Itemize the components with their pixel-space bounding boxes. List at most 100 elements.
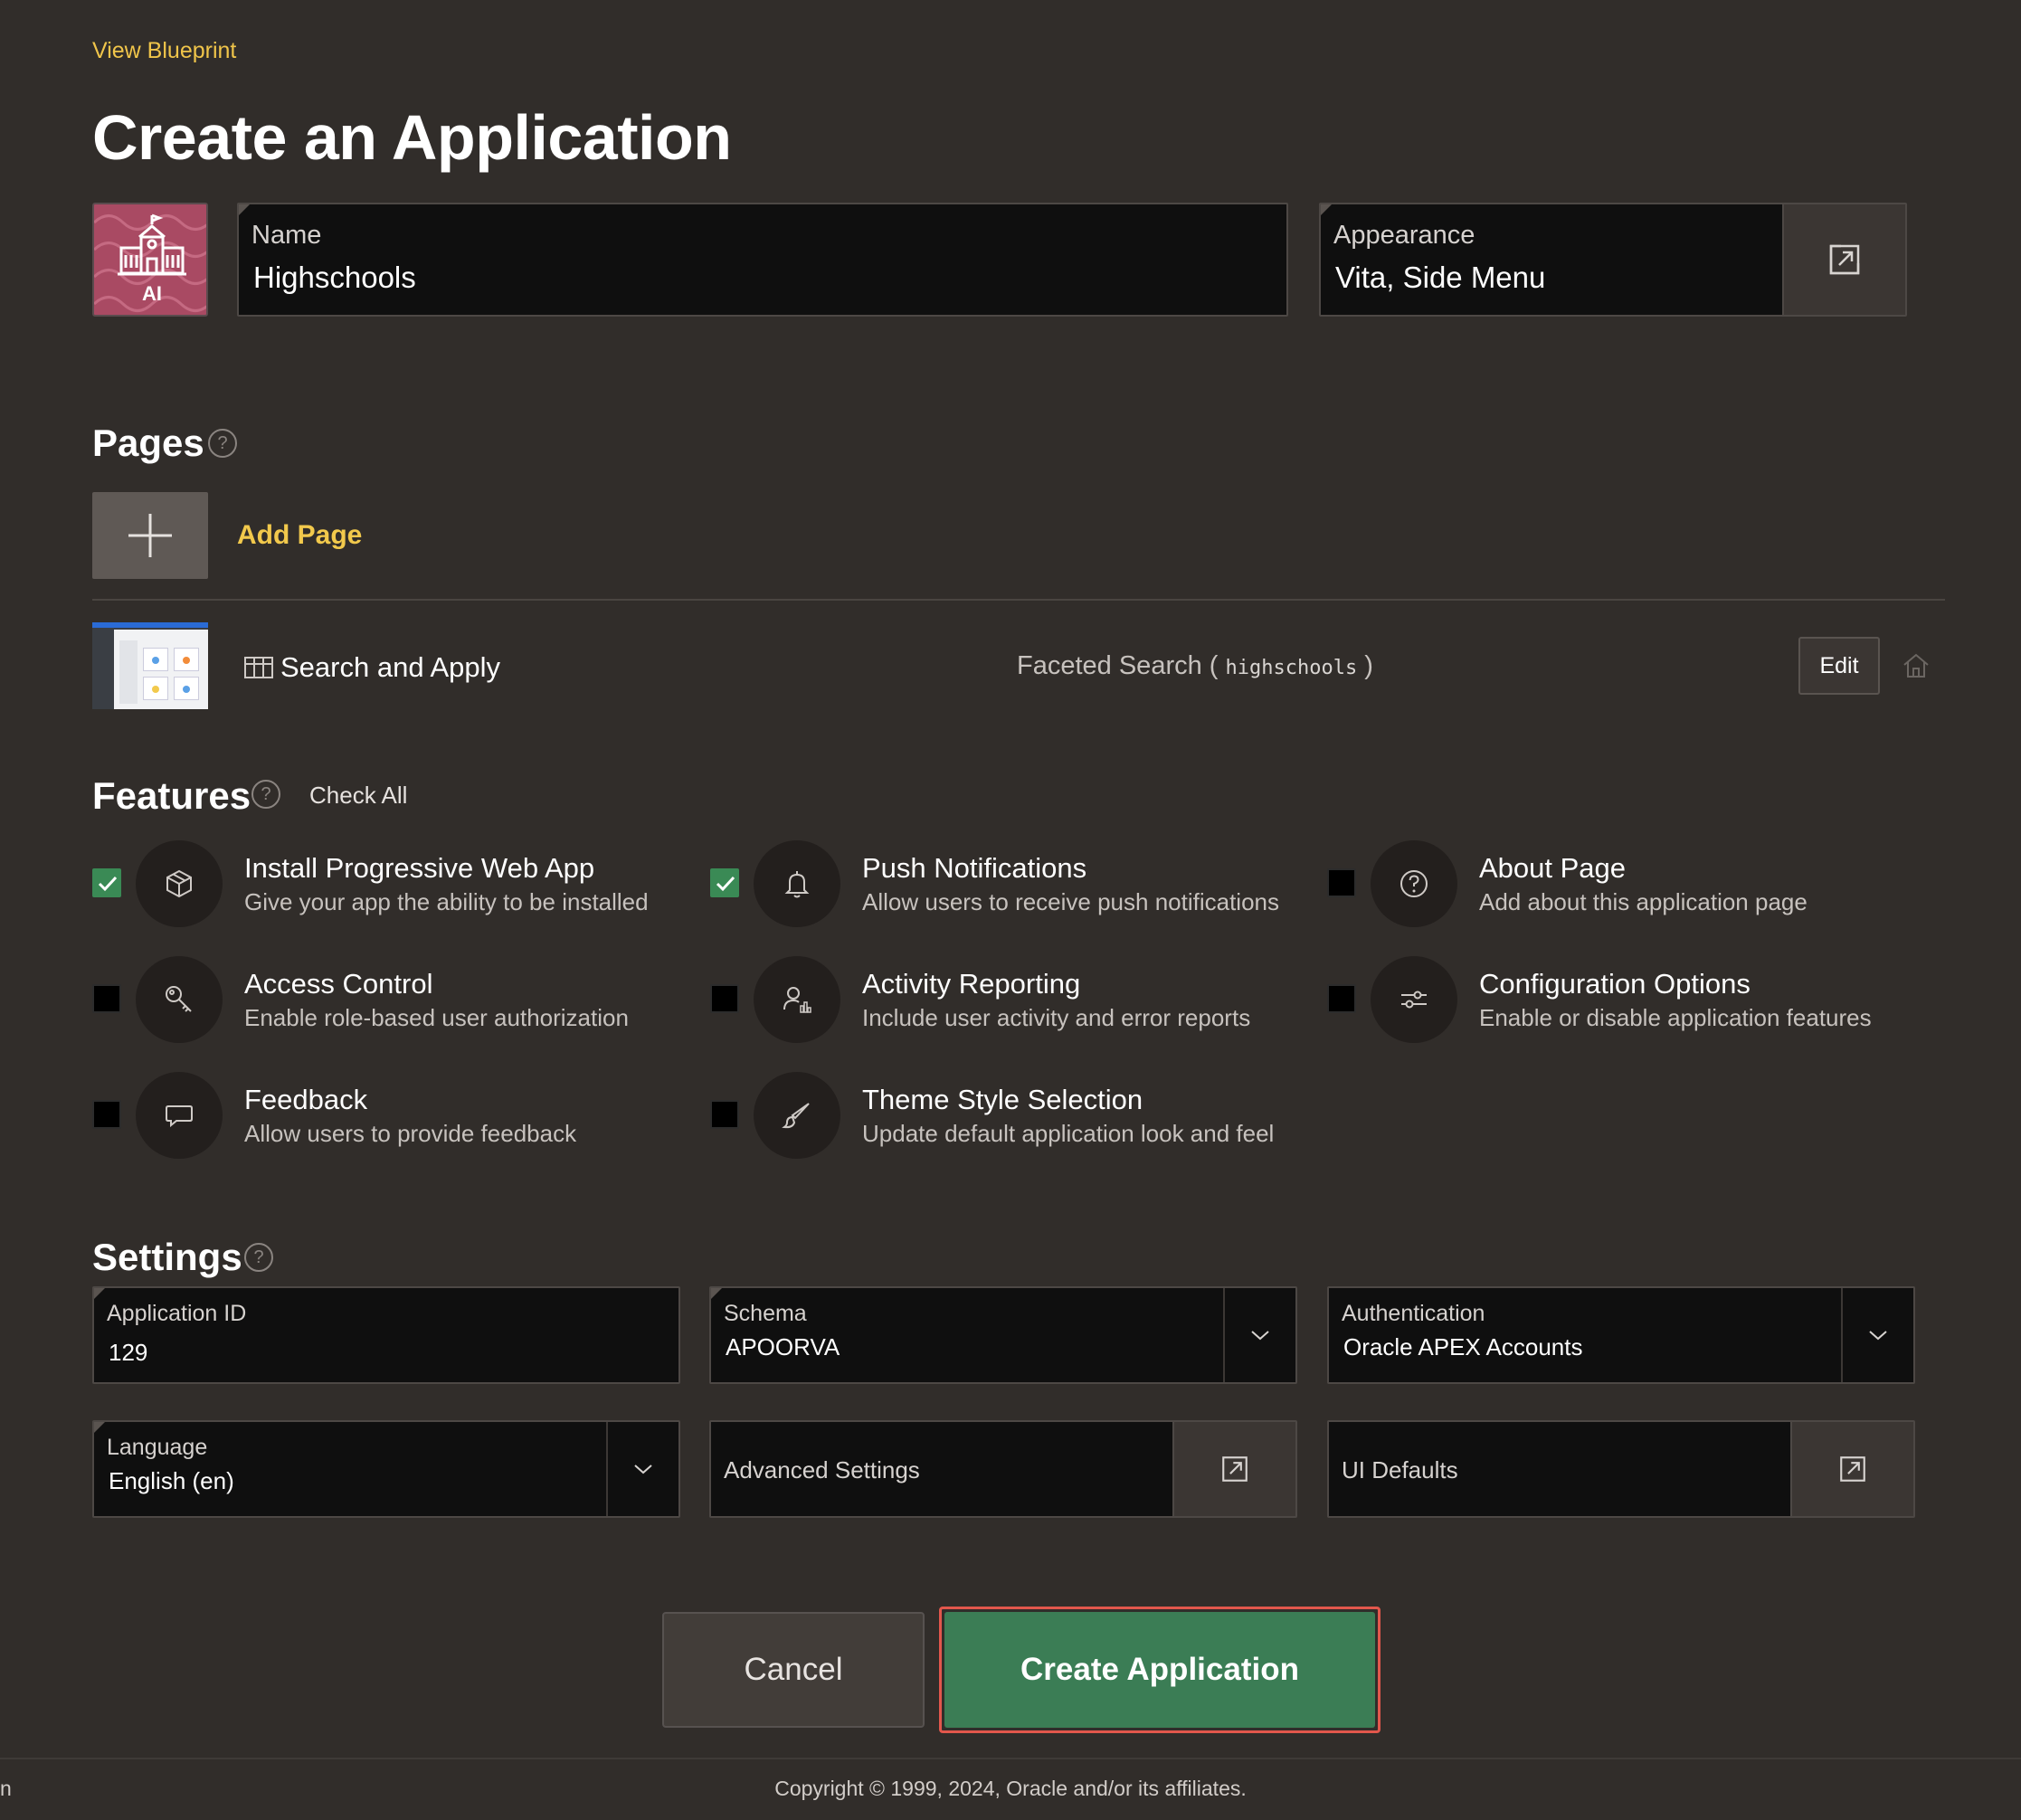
copyright-text: Copyright © 1999, 2024, Oracle and/or it… [774, 1777, 1247, 1800]
feature-description: Allow users to receive push notification… [862, 888, 1280, 915]
open-dialog-icon [1829, 244, 1860, 275]
feature-install-pwa[interactable]: Install Progressive Web App Give your ap… [92, 836, 671, 927]
feature-access-control[interactable]: Access Control Enable role-based user au… [92, 952, 671, 1043]
feature-feedback[interactable]: Feedback Allow users to provide feedback [92, 1067, 671, 1159]
feature-checkbox[interactable] [92, 868, 121, 897]
language-value: English (en) [109, 1467, 234, 1494]
check-all-button[interactable]: Check All [309, 782, 407, 810]
page-type-paren-close: ) [1364, 651, 1373, 680]
language-chevron-down-icon[interactable] [606, 1422, 678, 1516]
home-icon[interactable] [1902, 651, 1931, 680]
features-heading: Features [92, 774, 251, 817]
page-type: Faceted Search ( highschools ) [1017, 651, 1373, 681]
feature-checkbox[interactable] [710, 868, 739, 897]
speech-bubble-icon [136, 1072, 223, 1159]
plus-icon [128, 514, 172, 557]
feature-checkbox[interactable] [92, 1100, 121, 1129]
authentication-select[interactable]: Authentication Oracle APEX Accounts [1327, 1286, 1915, 1384]
footer-divider [0, 1758, 2021, 1759]
bell-icon [754, 840, 840, 927]
grid-table-icon [244, 657, 273, 678]
key-icon [136, 956, 223, 1043]
page-title: Create an Application [92, 102, 732, 173]
advanced-settings-label: Advanced Settings [724, 1456, 920, 1483]
cube-icon [136, 840, 223, 927]
feature-description: Update default application look and feel [862, 1120, 1275, 1147]
feature-description: Add about this application page [1479, 888, 1808, 915]
feature-configuration-options[interactable]: Configuration Options Enable or disable … [1327, 952, 1906, 1043]
settings-help-icon[interactable]: ? [244, 1243, 273, 1272]
feature-description: Allow users to provide feedback [244, 1120, 577, 1147]
ai-badge: AI [142, 282, 162, 305]
appearance-open-button[interactable] [1782, 204, 1905, 315]
language-select[interactable]: Language English (en) [92, 1420, 680, 1518]
page-table-name: highschools [1225, 657, 1358, 679]
authentication-value: Oracle APEX Accounts [1343, 1333, 1583, 1360]
ui-defaults-label: UI Defaults [1342, 1456, 1458, 1483]
feature-push-notifications[interactable]: Push Notifications Allow users to receiv… [710, 836, 1289, 927]
feature-theme-style-selection[interactable]: Theme Style Selection Update default app… [710, 1067, 1289, 1159]
schema-label: Schema [724, 1301, 807, 1326]
user-chart-icon [754, 956, 840, 1043]
open-dialog-icon [1222, 1456, 1248, 1482]
settings-heading: Settings [92, 1236, 242, 1278]
feature-description: Enable or disable application features [1479, 1004, 1872, 1031]
app-icon-button[interactable]: AI [92, 203, 208, 317]
feature-title: Configuration Options [1479, 968, 1751, 1000]
pages-help-icon[interactable]: ? [208, 429, 237, 458]
pages-divider [92, 599, 1945, 601]
page-type-label: Faceted Search [1017, 651, 1202, 680]
application-id-value[interactable]: 129 [109, 1339, 147, 1367]
feature-title: Feedback [244, 1084, 368, 1115]
sliders-icon [1371, 956, 1457, 1043]
language-label: Language [107, 1435, 208, 1460]
feature-title: Access Control [244, 968, 433, 1000]
schema-select[interactable]: Schema APOORVA [709, 1286, 1297, 1384]
feature-title: Theme Style Selection [862, 1084, 1143, 1115]
feature-description: Give your app the ability to be installe… [244, 888, 649, 915]
page-type-paren-open: ( [1209, 651, 1219, 680]
feature-checkbox[interactable] [1327, 984, 1356, 1013]
features-help-icon[interactable]: ? [251, 780, 280, 809]
paintbrush-icon [754, 1072, 840, 1159]
advanced-settings-open-button[interactable] [1172, 1422, 1295, 1516]
schema-chevron-down-icon[interactable] [1223, 1288, 1295, 1382]
footer-edge-text: n [0, 1777, 12, 1800]
feature-title: Activity Reporting [862, 968, 1081, 1000]
application-id-field[interactable]: Application ID 129 [92, 1286, 680, 1384]
question-circle-icon [1371, 840, 1457, 927]
feature-checkbox[interactable] [92, 984, 121, 1013]
name-value[interactable]: Highschools [253, 261, 416, 295]
page-thumbnail [92, 622, 208, 709]
feature-checkbox[interactable] [1327, 868, 1356, 897]
pages-heading: Pages [92, 422, 204, 464]
add-page-button[interactable] [92, 492, 208, 579]
ui-defaults-field[interactable]: UI Defaults [1327, 1420, 1915, 1518]
feature-title: Push Notifications [862, 852, 1087, 884]
feature-description: Include user activity and error reports [862, 1004, 1251, 1031]
add-page-label[interactable]: Add Page [237, 520, 362, 551]
edit-page-button[interactable]: Edit [1798, 637, 1880, 695]
feature-title: Install Progressive Web App [244, 852, 595, 884]
create-application-button[interactable]: Create Application [944, 1612, 1375, 1728]
open-dialog-icon [1840, 1456, 1865, 1482]
name-field[interactable]: Name Highschools [237, 203, 1288, 317]
authentication-chevron-down-icon[interactable] [1841, 1288, 1913, 1382]
feature-about-page[interactable]: About Page Add about this application pa… [1327, 836, 1906, 927]
ui-defaults-open-button[interactable] [1790, 1422, 1913, 1516]
view-blueprint-link[interactable]: View Blueprint [92, 38, 236, 64]
appearance-field[interactable]: Appearance Vita, Side Menu [1319, 203, 1907, 317]
appearance-label: Appearance [1333, 221, 1475, 250]
authentication-label: Authentication [1342, 1301, 1485, 1326]
application-id-label: Application ID [107, 1301, 247, 1326]
appearance-value: Vita, Side Menu [1335, 261, 1546, 294]
page-name[interactable]: Search and Apply [280, 651, 500, 684]
schema-value: APOORVA [726, 1333, 840, 1360]
advanced-settings-field[interactable]: Advanced Settings [709, 1420, 1297, 1518]
feature-title: About Page [1479, 852, 1627, 884]
feature-checkbox[interactable] [710, 984, 739, 1013]
feature-activity-reporting[interactable]: Activity Reporting Include user activity… [710, 952, 1289, 1043]
feature-description: Enable role-based user authorization [244, 1004, 629, 1031]
cancel-button[interactable]: Cancel [662, 1612, 925, 1728]
feature-checkbox[interactable] [710, 1100, 739, 1129]
